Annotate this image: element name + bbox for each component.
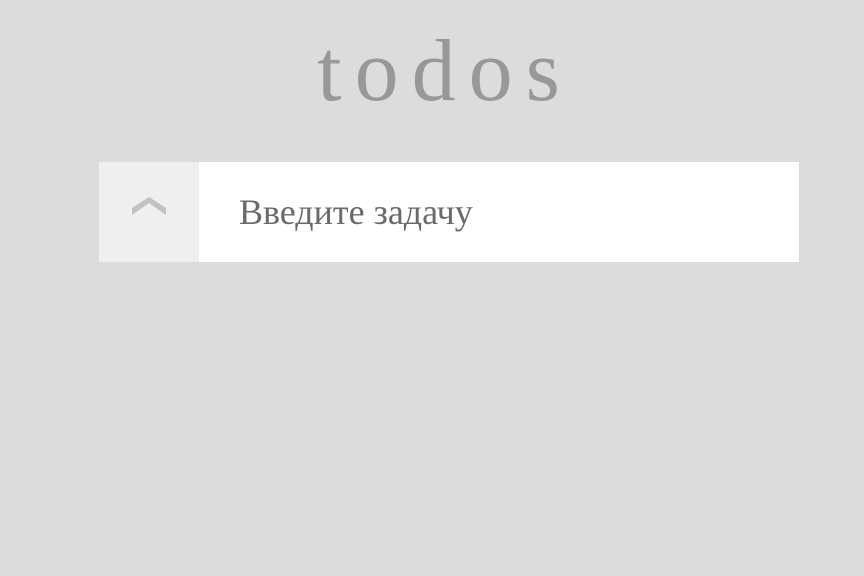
todo-app: todos — [0, 0, 864, 576]
chevron-up-icon — [132, 197, 166, 217]
app-title: todos — [317, 23, 573, 120]
toggle-all-button[interactable] — [99, 162, 199, 262]
new-todo-input[interactable] — [199, 162, 799, 262]
new-todo-bar — [99, 162, 799, 262]
